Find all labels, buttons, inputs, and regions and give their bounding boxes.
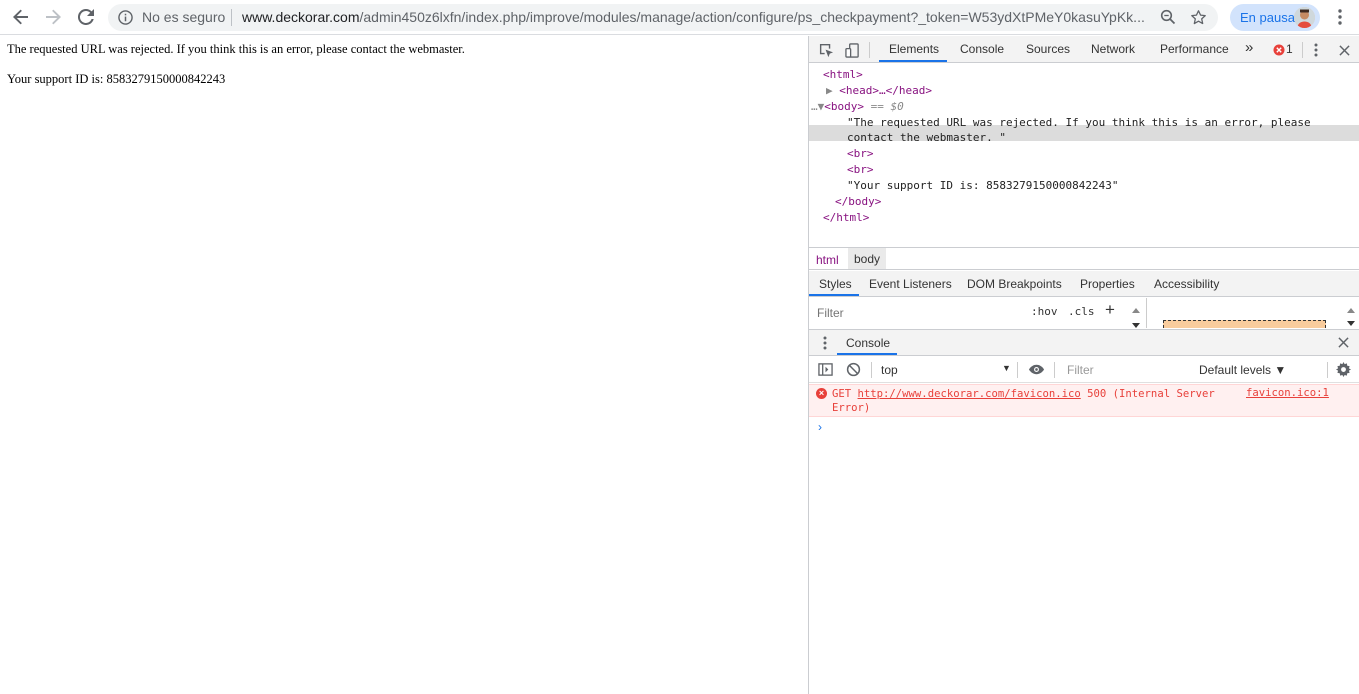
styles-subtabs: Styles Event Listeners DOM Breakpoints P…	[809, 271, 1359, 297]
tab-separator	[1302, 42, 1303, 58]
devtools-menu-icon[interactable]	[1307, 41, 1325, 59]
new-style-rule-button[interactable]: +	[1105, 300, 1115, 320]
profile-chip[interactable]: En pausa	[1230, 4, 1320, 31]
page-content: The requested URL was rejected. If you t…	[0, 36, 808, 694]
url-host: www.deckorar.com	[242, 9, 360, 25]
eye-icon[interactable]	[1028, 363, 1045, 379]
error-text: GET http://www.deckorar.com/favicon.ico …	[832, 388, 1215, 414]
tab-styles[interactable]: Styles	[819, 277, 852, 291]
dom-br-1[interactable]: <br>	[847, 146, 874, 162]
hov-toggle[interactable]: :hov	[1031, 305, 1058, 318]
more-tabs-chevron-icon[interactable]: »	[1245, 39, 1253, 56]
gear-icon[interactable]	[1336, 362, 1351, 380]
scroll-up-icon[interactable]	[1132, 302, 1140, 316]
tab-network[interactable]: Network	[1091, 42, 1135, 56]
box-model-margin	[1163, 320, 1326, 328]
context-selector[interactable]: top	[881, 363, 898, 377]
forward-icon[interactable]	[41, 5, 65, 29]
url-text[interactable]: www.deckorar.com/admin450z6lxfn/index.ph…	[242, 9, 1150, 25]
dom-tree[interactable]: <html> ▶ <head>…</head> …▼<body> == $0 "…	[809, 64, 1359, 246]
toolbar-separator	[1327, 362, 1328, 378]
breadcrumb-html[interactable]: html	[816, 253, 839, 267]
dom-br-2[interactable]: <br>	[847, 162, 874, 178]
avatar	[1294, 7, 1315, 28]
context-dropdown-icon[interactable]: ▼	[1002, 363, 1011, 373]
console-prompt-icon[interactable]: ›	[818, 420, 822, 434]
devtools-tabbar: Elements Console Sources Network Perform…	[809, 36, 1359, 63]
toolbar-separator	[1017, 362, 1018, 378]
toolbar-separator	[871, 362, 872, 378]
device-toolbar-icon[interactable]	[843, 41, 861, 59]
rejected-message: The requested URL was rejected. If you t…	[7, 42, 465, 56]
dom-html-open[interactable]: <html>	[823, 67, 863, 83]
scroll-up-icon[interactable]	[1347, 302, 1355, 316]
tab-dom-breakpoints[interactable]: DOM Breakpoints	[967, 277, 1062, 291]
error-url-link[interactable]: http://www.deckorar.com/favicon.ico	[858, 388, 1081, 400]
drawer-tab-console[interactable]: Console	[846, 336, 890, 350]
tab-console[interactable]: Console	[960, 42, 1004, 56]
error-count[interactable]: 1	[1286, 42, 1293, 56]
error-icon: ×	[816, 388, 827, 399]
tab-performance[interactable]: Performance	[1160, 42, 1229, 56]
url-path: /admin450z6lxfn/index.php/improve/module…	[359, 9, 1145, 25]
error-source-link[interactable]: favicon.ico:1	[1246, 387, 1329, 399]
tab-sources[interactable]: Sources	[1026, 42, 1070, 56]
sidebar-toggle-icon[interactable]	[818, 362, 833, 380]
styles-toolbar: :hov .cls +	[809, 298, 1359, 328]
ellipsis-icon[interactable]: …	[811, 100, 818, 113]
dom-head-collapsed[interactable]: ▶ <head>…</head>	[826, 83, 932, 99]
breadcrumb: html body	[809, 247, 1359, 270]
console-drawer-header: Console	[809, 329, 1359, 356]
close-icon[interactable]	[1335, 41, 1353, 59]
dom-body-open[interactable]: …▼<body> == $0	[811, 99, 904, 115]
reload-icon[interactable]	[74, 5, 98, 29]
expand-arrow-icon[interactable]: ▶	[826, 84, 833, 97]
info-icon[interactable]	[118, 10, 133, 25]
profile-label: En pausa	[1240, 10, 1295, 25]
address-bar[interactable]: No es seguro www.deckorar.com/admin450z6…	[108, 4, 1218, 31]
support-id: Your support ID is: 8583279150000842243	[7, 72, 226, 86]
tab-properties[interactable]: Properties	[1080, 277, 1135, 291]
dom-text-node-1[interactable]: "The requested URL was rejected. If you …	[847, 115, 1311, 131]
address-separator	[231, 9, 232, 26]
cls-toggle[interactable]: .cls	[1068, 305, 1095, 318]
styles-filter-input[interactable]	[816, 304, 1019, 322]
scroll-down-icon[interactable]	[1347, 316, 1355, 330]
dom-html-close[interactable]: </html>	[823, 210, 869, 226]
clear-console-icon[interactable]	[846, 362, 861, 380]
tab-elements[interactable]: Elements	[889, 42, 939, 56]
dom-text-node-2[interactable]: "Your support ID is: 8583279150000842243…	[847, 178, 1119, 194]
console-error-message: × GET http://www.deckorar.com/favicon.ic…	[809, 384, 1359, 417]
devtools-panel: Elements Console Sources Network Perform…	[809, 36, 1359, 694]
breadcrumb-body[interactable]: body	[848, 248, 887, 269]
close-icon[interactable]	[1338, 337, 1349, 351]
console-filter-input[interactable]: Filter	[1064, 361, 1190, 379]
toolbar-separator	[1054, 362, 1055, 378]
zoom-icon[interactable]	[1160, 9, 1176, 29]
dom-body-close[interactable]: </body>	[835, 194, 881, 210]
menu-dots-icon[interactable]	[1328, 5, 1352, 29]
security-label[interactable]: No es seguro	[142, 9, 225, 25]
drawer-tab-indicator	[837, 353, 897, 355]
active-tab-indicator	[879, 60, 947, 62]
pane-splitter[interactable]	[1146, 298, 1147, 328]
inspect-element-icon[interactable]	[817, 41, 835, 59]
log-levels-dropdown[interactable]: Default levels ▼	[1199, 363, 1286, 377]
tab-accessibility[interactable]: Accessibility	[1154, 277, 1219, 291]
star-icon[interactable]	[1190, 9, 1207, 30]
tab-separator	[869, 42, 870, 58]
back-icon[interactable]	[9, 5, 33, 29]
tab-event-listeners[interactable]: Event Listeners	[869, 277, 952, 291]
browser-toolbar: No es seguro www.deckorar.com/admin450z6…	[0, 0, 1359, 35]
dom-text-node-1-cont[interactable]: contact the webmaster. "	[847, 130, 1006, 146]
drawer-menu-icon[interactable]	[823, 336, 827, 353]
console-toolbar: top ▼ Filter Default levels ▼	[809, 357, 1359, 383]
active-subtab-indicator	[809, 294, 859, 296]
